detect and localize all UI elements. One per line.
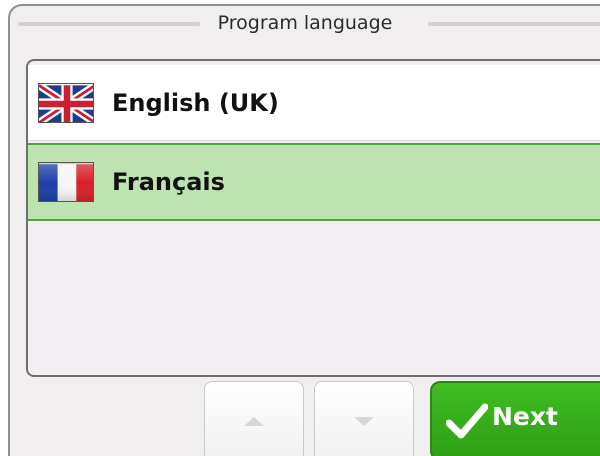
list-item-francais[interactable]: Français bbox=[28, 143, 600, 221]
down-arrow-icon bbox=[354, 417, 374, 426]
scroll-down-button[interactable] bbox=[314, 381, 414, 456]
france-flag-icon bbox=[38, 162, 94, 202]
up-arrow-icon bbox=[244, 417, 264, 426]
title-bar: Program language bbox=[12, 8, 600, 38]
title-divider-right bbox=[428, 22, 600, 26]
language-label: English (UK) bbox=[112, 88, 279, 117]
next-button[interactable]: Next bbox=[430, 381, 600, 456]
language-selection-screen: Program language English (UK) Français N… bbox=[0, 0, 600, 456]
checkmark-icon bbox=[446, 403, 488, 439]
language-list[interactable]: English (UK) Français bbox=[26, 59, 600, 377]
list-item-english-uk[interactable]: English (UK) bbox=[28, 65, 600, 141]
uk-flag-icon bbox=[38, 82, 94, 123]
scroll-up-button[interactable] bbox=[204, 381, 304, 456]
next-button-label: Next bbox=[492, 402, 558, 431]
language-label: Français bbox=[112, 168, 225, 196]
